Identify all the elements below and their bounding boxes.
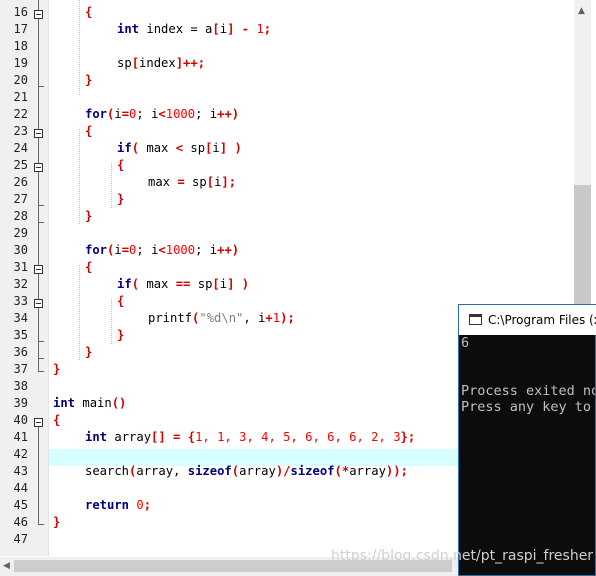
- line-number: 44: [13, 481, 28, 495]
- code-line-23[interactable]: {: [85, 123, 92, 140]
- scroll-up-icon[interactable]: ▲: [578, 6, 585, 16]
- code-line-37[interactable]: }: [53, 361, 60, 378]
- code-line-16[interactable]: {: [85, 4, 92, 21]
- line-number: 38: [13, 379, 28, 393]
- scroll-left-icon[interactable]: ◀: [3, 561, 10, 571]
- watermark: https://blog.csdn.net/pt_raspi_fresher: [331, 548, 594, 564]
- fold-line: [38, 138, 39, 163]
- fold-end-marker: [38, 524, 44, 525]
- code-line-25[interactable]: {: [117, 157, 124, 174]
- fold-end-marker: [38, 341, 44, 342]
- line-number: 36: [13, 345, 28, 359]
- code-line-32[interactable]: if( max == sp[i] ): [117, 276, 249, 293]
- line-number: 34: [13, 311, 28, 325]
- fold-collapse-icon[interactable]: [34, 163, 43, 172]
- code-line-26[interactable]: max = sp[i];: [148, 174, 236, 191]
- code-line-33[interactable]: {: [117, 293, 124, 310]
- line-number: 41: [13, 430, 28, 444]
- fold-collapse-icon[interactable]: [34, 10, 43, 19]
- console-output-value: 6: [461, 335, 470, 351]
- code-line-30[interactable]: for(i=0; i<1000; i++): [85, 242, 239, 259]
- fold-line: [38, 0, 39, 10]
- line-number: 24: [13, 141, 28, 155]
- fold-end-marker: [38, 205, 44, 206]
- fold-end-marker: [38, 86, 44, 87]
- line-number: 16: [13, 5, 28, 19]
- line-number: 33: [13, 294, 28, 308]
- console-window-icon: [469, 314, 482, 325]
- vertical-scroll-thumb[interactable]: [574, 185, 591, 305]
- code-line-20[interactable]: }: [85, 72, 92, 89]
- fold-collapse-icon[interactable]: [34, 418, 43, 427]
- line-number: 39: [13, 396, 28, 410]
- line-number: 37: [13, 362, 28, 376]
- line-number: 18: [13, 39, 28, 53]
- code-line-43[interactable]: search(array, sizeof(array)/sizeof(*arra…: [85, 463, 408, 480]
- code-line-19[interactable]: sp[index]++;: [117, 55, 205, 72]
- fold-collapse-icon[interactable]: [34, 265, 43, 274]
- line-number: 47: [13, 532, 28, 546]
- code-line-45[interactable]: return 0;: [85, 497, 151, 514]
- code-line-24[interactable]: if( max < sp[i] ): [117, 140, 242, 157]
- code-line-40[interactable]: {: [53, 412, 60, 429]
- line-number: 43: [13, 464, 28, 478]
- line-number: 31: [13, 260, 28, 274]
- console-press-key-message: Press any key to: [461, 399, 592, 415]
- code-line-17[interactable]: int index = a[i] - 1;: [117, 21, 271, 38]
- line-number: 32: [13, 277, 28, 291]
- fold-end-marker: [38, 358, 44, 359]
- code-line-31[interactable]: {: [85, 259, 92, 276]
- code-line-36[interactable]: }: [85, 344, 92, 361]
- console-title: C:\Program Files (x: [488, 313, 596, 327]
- console-exit-message: Process exited no: [461, 383, 595, 399]
- line-number: 30: [13, 243, 28, 257]
- line-number: 40: [13, 413, 28, 427]
- line-number: 25: [13, 158, 28, 172]
- line-number: 22: [13, 107, 28, 121]
- code-line-22[interactable]: for(i=0; i<1000; i++): [85, 106, 239, 123]
- fold-end-marker: [38, 371, 44, 372]
- fold-line: [38, 427, 39, 524]
- code-line-41[interactable]: int array[] = {1, 1, 3, 4, 5, 6, 6, 6, 2…: [85, 429, 415, 446]
- line-number: 21: [13, 90, 28, 104]
- line-number: 28: [13, 209, 28, 223]
- line-number: 35: [13, 328, 28, 342]
- line-number: 29: [13, 226, 28, 240]
- line-number: 26: [13, 175, 28, 189]
- line-number: 27: [13, 192, 28, 206]
- fold-line: [38, 274, 39, 299]
- fold-collapse-icon[interactable]: [34, 129, 43, 138]
- console-window[interactable]: C:\Program Files (x 6 Process exited no …: [458, 304, 596, 576]
- fold-line: [38, 308, 39, 371]
- code-line-46[interactable]: }: [53, 514, 60, 531]
- line-number: 46: [13, 515, 28, 529]
- code-line-34[interactable]: printf("%d\n", i+1);: [148, 310, 295, 327]
- line-number: 20: [13, 73, 28, 87]
- console-title-bar[interactable]: C:\Program Files (x: [459, 305, 596, 335]
- line-number: 23: [13, 124, 28, 138]
- code-line-28[interactable]: }: [85, 208, 92, 225]
- fold-line: [38, 19, 39, 129]
- console-output[interactable]: 6 Process exited no Press any key to: [459, 335, 595, 575]
- fold-collapse-icon[interactable]: [34, 299, 43, 308]
- code-line-35[interactable]: }: [117, 327, 124, 344]
- fold-line: [38, 172, 39, 265]
- line-number: 45: [13, 498, 28, 512]
- line-number: 17: [13, 22, 28, 36]
- line-number: 19: [13, 56, 28, 70]
- fold-end-marker: [38, 222, 44, 223]
- line-number: 42: [13, 447, 28, 461]
- code-line-27[interactable]: }: [117, 191, 124, 208]
- code-line-39[interactable]: int main(): [53, 395, 126, 412]
